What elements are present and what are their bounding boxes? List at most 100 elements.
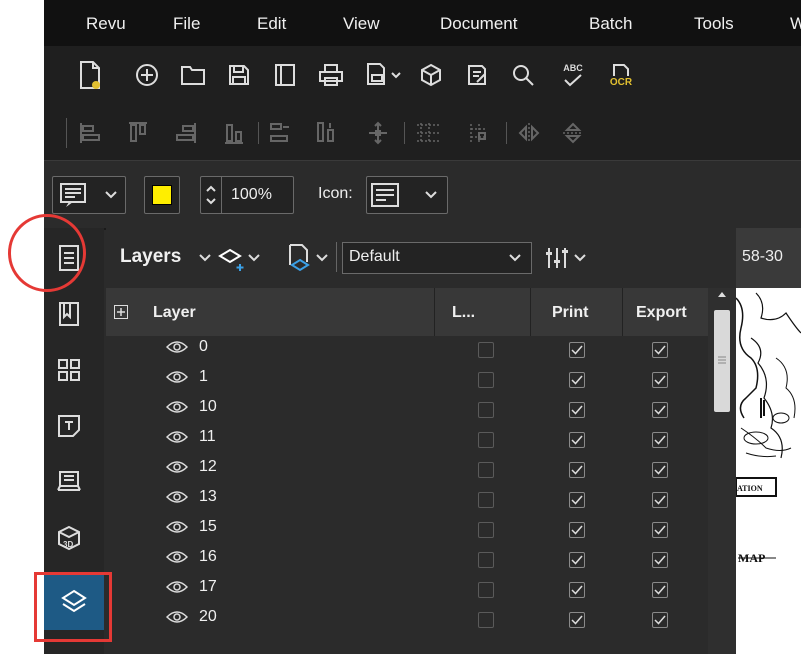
stepper-arrows[interactable] [201,177,222,213]
chevron-down-icon[interactable] [199,254,211,262]
menu-document[interactable]: Document [440,14,517,34]
menu-batch[interactable]: Batch [589,14,632,34]
3d-model-icon[interactable]: 3D [52,518,86,558]
lock-checkbox[interactable] [478,612,494,628]
visibility-eye-icon[interactable] [165,550,189,569]
new-file-icon[interactable] [74,58,106,92]
chevron-down-icon[interactable] [574,254,586,262]
layer-row[interactable]: 15 [106,516,708,546]
lock-checkbox[interactable] [478,372,494,388]
visibility-eye-icon[interactable] [165,460,189,479]
document-tab[interactable]: 58-30 [736,228,801,288]
menu-edit[interactable]: Edit [257,14,286,34]
distribute-horizontal-icon[interactable] [266,118,294,148]
export-checkbox[interactable] [652,492,668,508]
print-checkbox[interactable] [569,552,585,568]
layer-row[interactable]: 17 [106,576,708,606]
menu-revu[interactable]: Revu [86,14,126,34]
lock-checkbox[interactable] [478,522,494,538]
opacity-stepper[interactable]: 100% [200,176,294,214]
print-checkbox[interactable] [569,612,585,628]
export-checkbox[interactable] [652,552,668,568]
lock-checkbox[interactable] [478,552,494,568]
add-layer-icon[interactable] [218,246,246,272]
note-style-dropdown[interactable] [52,176,126,214]
snap-icon[interactable] [464,118,494,148]
flip-vertical-icon[interactable] [558,118,588,148]
flip-horizontal-icon[interactable] [514,118,544,148]
menu-tools[interactable]: Tools [694,14,734,34]
visibility-eye-icon[interactable] [165,490,189,509]
icon-style-dropdown[interactable] [366,176,448,214]
export-checkbox[interactable] [652,462,668,478]
page-setup-icon[interactable] [362,60,406,90]
export-checkbox[interactable] [652,582,668,598]
visibility-eye-icon[interactable] [165,520,189,539]
scrollbar-thumb[interactable] [714,310,730,412]
save-icon[interactable] [224,60,254,90]
align-bottom-icon[interactable] [220,118,248,148]
layer-row[interactable]: 10 [106,396,708,426]
column-lock[interactable]: L... [452,304,475,322]
vertical-scrollbar[interactable] [708,288,736,654]
print-checkbox[interactable] [569,462,585,478]
pdf-page[interactable]: ATION MAP [736,288,801,654]
print-checkbox[interactable] [569,372,585,388]
edit-form-icon[interactable] [462,60,492,90]
menu-view[interactable]: View [343,14,380,34]
thumbnails-icon[interactable] [52,350,86,390]
open-folder-icon[interactable] [178,60,208,90]
export-checkbox[interactable] [652,432,668,448]
print-checkbox[interactable] [569,522,585,538]
bookmarks-icon[interactable] [52,294,86,334]
panel-title[interactable]: Layers [120,246,181,268]
spellcheck-icon[interactable]: ABC [556,58,590,92]
chevron-down-icon[interactable] [248,254,260,262]
document-icon[interactable] [270,60,300,90]
layer-row[interactable]: 20 [106,606,708,636]
align-top-icon[interactable] [124,118,152,148]
print-checkbox[interactable] [569,342,585,358]
layer-row[interactable]: 1 [106,366,708,396]
visibility-eye-icon[interactable] [165,340,189,359]
grid-icon[interactable] [412,118,444,148]
visibility-eye-icon[interactable] [165,610,189,629]
visibility-eye-icon[interactable] [165,580,189,599]
print-checkbox[interactable] [569,492,585,508]
print-icon[interactable] [316,60,346,90]
center-icon[interactable] [364,118,392,148]
fill-color-button[interactable] [144,176,180,214]
export-checkbox[interactable] [652,402,668,418]
preset-dropdown[interactable]: Default [342,242,532,274]
layer-row[interactable]: 11 [106,426,708,456]
file-access-icon[interactable] [52,406,86,446]
print-checkbox[interactable] [569,582,585,598]
ocr-icon[interactable]: OCR [604,58,638,92]
column-layer[interactable]: Layer [153,304,196,322]
layer-row[interactable]: 12 [106,456,708,486]
export-checkbox[interactable] [652,522,668,538]
print-checkbox[interactable] [569,402,585,418]
lock-checkbox[interactable] [478,582,494,598]
menu-file[interactable]: File [173,14,200,34]
lock-checkbox[interactable] [478,402,494,418]
visibility-eye-icon[interactable] [165,430,189,449]
lock-checkbox[interactable] [478,432,494,448]
export-checkbox[interactable] [652,612,668,628]
layer-options-icon[interactable] [286,243,312,273]
print-checkbox[interactable] [569,432,585,448]
export-checkbox[interactable] [652,372,668,388]
lock-checkbox[interactable] [478,492,494,508]
add-circle-icon[interactable] [132,60,162,90]
visibility-eye-icon[interactable] [165,370,189,389]
expand-all-icon[interactable] [114,305,128,319]
align-right-icon[interactable] [172,118,200,148]
3d-box-icon[interactable] [416,60,446,90]
search-icon[interactable] [508,60,538,90]
export-checkbox[interactable] [652,342,668,358]
column-export[interactable]: Export [636,304,687,322]
align-left-icon[interactable] [76,118,104,148]
zoom-value[interactable]: 100% [231,186,272,204]
layer-row[interactable]: 16 [106,546,708,576]
menu-window[interactable]: W [790,14,801,34]
